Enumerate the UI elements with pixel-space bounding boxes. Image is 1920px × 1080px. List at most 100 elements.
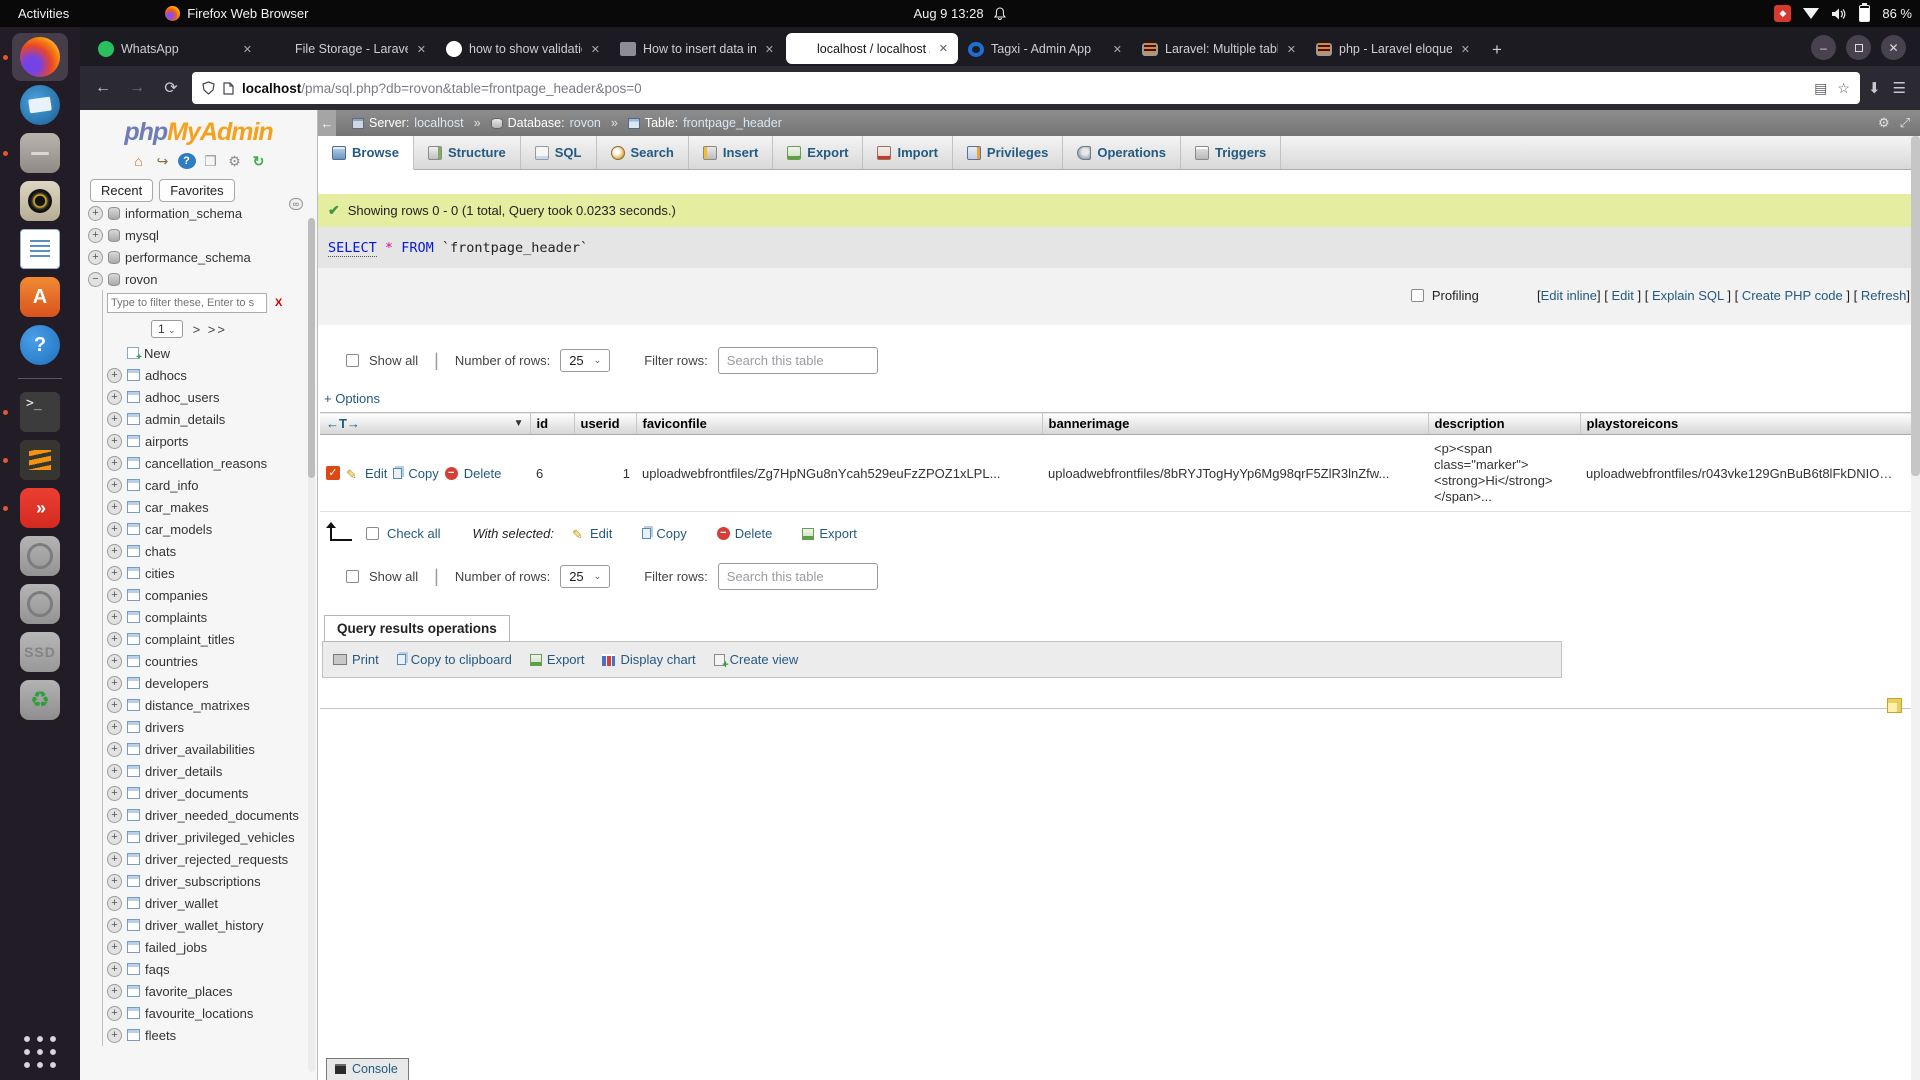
settings-gear-icon[interactable]: ⚙ — [226, 153, 244, 169]
expand-plus-icon[interactable]: + — [107, 940, 122, 955]
expand-plus-icon[interactable]: + — [107, 676, 122, 691]
dock-item[interactable] — [12, 33, 68, 81]
tab-close-icon[interactable]: ✕ — [241, 43, 254, 56]
expand-plus-icon[interactable]: + — [107, 522, 122, 537]
table-label[interactable]: car_makes — [145, 500, 209, 515]
new-tab-button[interactable]: + — [1482, 40, 1512, 66]
tree-table-row[interactable]: + developers — [107, 672, 317, 694]
table-label[interactable]: complaints — [145, 610, 207, 625]
nav-quick-button[interactable]: Recent — [90, 179, 153, 202]
page-select[interactable]: 1 ⌄ — [151, 320, 183, 338]
tree-table-row[interactable]: + driver_wallet_history — [107, 914, 317, 936]
expand-plus-icon[interactable]: + — [107, 874, 122, 889]
check-all-link[interactable]: Check all — [387, 526, 440, 541]
tree-db-row-open[interactable]: − rovon — [88, 268, 317, 290]
dock-item[interactable]: » — [12, 484, 68, 532]
nav-scrollbar[interactable] — [308, 218, 315, 1072]
address-bar[interactable]: localhost/pma/sql.php?db=rovon&table=fro… — [192, 72, 1860, 104]
table-label[interactable]: adhoc_users — [145, 390, 219, 405]
browser-tab[interactable]: how to show validation ✕ — [438, 32, 610, 66]
pma-tab[interactable]: Export — [773, 136, 863, 169]
row-checkbox-checked[interactable]: ✓ — [326, 466, 340, 480]
browser-tab[interactable]: Tagxi - Admin App ✕ — [960, 32, 1132, 66]
dock-item[interactable]: ? — [12, 321, 68, 369]
table-label[interactable]: cancellation_reasons — [145, 456, 267, 471]
main-scrollbar-thumb[interactable] — [1911, 136, 1920, 476]
tree-table-row[interactable]: + driver_subscriptions — [107, 870, 317, 892]
expand-plus-icon[interactable]: + — [107, 896, 122, 911]
expand-plus-icon[interactable]: + — [107, 434, 122, 449]
collapse-minus-icon[interactable]: − — [88, 272, 103, 287]
tracking-shield-icon[interactable] — [202, 81, 215, 95]
expand-plus-icon[interactable]: + — [107, 742, 122, 757]
query-tool-link[interactable]: Refresh — [1861, 288, 1907, 303]
close-button[interactable]: ✕ — [1881, 35, 1906, 60]
table-search-input[interactable] — [718, 563, 878, 590]
expand-plus-icon[interactable]: + — [107, 478, 122, 493]
expand-plus-icon[interactable]: + — [107, 786, 122, 801]
tree-table-row[interactable]: + car_models — [107, 518, 317, 540]
row-delete-link[interactable]: Delete — [464, 466, 502, 481]
table-label[interactable]: drivers — [145, 720, 184, 735]
tree-table-row[interactable]: + fleets — [107, 1024, 317, 1046]
focused-app-menu[interactable]: Firefox Web Browser — [165, 6, 308, 21]
table-label[interactable]: driver_subscriptions — [145, 874, 261, 889]
expand-plus-icon[interactable]: + — [107, 500, 122, 515]
pma-tab[interactable]: Structure — [414, 136, 521, 169]
dock-item[interactable] — [12, 436, 68, 484]
expand-plus-icon[interactable]: + — [107, 610, 122, 625]
export-link[interactable]: Export — [530, 652, 585, 667]
tab-close-icon[interactable]: ✕ — [1285, 43, 1298, 56]
reload-nav-icon[interactable]: ↻ — [250, 153, 268, 169]
table-label[interactable]: adhocs — [145, 368, 187, 383]
page-settings-gear-icon[interactable]: ⚙ — [1878, 115, 1890, 131]
expand-plus-icon[interactable]: + — [107, 808, 122, 823]
tree-table-row[interactable]: + driver_documents — [107, 782, 317, 804]
column-header[interactable]: description — [1428, 413, 1580, 435]
tab-close-icon[interactable]: ✕ — [1459, 43, 1472, 56]
table-label[interactable]: cities — [145, 566, 175, 581]
sort-left-icon[interactable]: ← — [326, 416, 339, 431]
tree-table-row[interactable]: + airports — [107, 430, 317, 452]
expand-plus-icon[interactable]: + — [88, 228, 103, 243]
minimize-button[interactable]: – — [1811, 35, 1836, 60]
back-button[interactable]: ← — [90, 79, 116, 97]
tree-table-row[interactable]: + cities — [107, 562, 317, 584]
expand-plus-icon[interactable]: + — [88, 206, 103, 221]
tree-db-row[interactable]: + information_schema — [88, 202, 317, 224]
url-text[interactable]: localhost/pma/sql.php?db=rovon&table=fro… — [242, 81, 1806, 96]
browser-tab[interactable]: How to insert data in la ✕ — [612, 32, 784, 66]
breadcrumb-table[interactable]: Table: frontpage_header — [628, 116, 782, 130]
dock-item[interactable] — [12, 225, 68, 273]
tree-filter-input[interactable] — [107, 293, 267, 313]
main-scrollbar[interactable] — [1911, 136, 1920, 1080]
expand-plus-icon[interactable]: + — [107, 456, 122, 471]
tree-table-row[interactable]: + faqs — [107, 958, 317, 980]
expand-plus-icon[interactable]: + — [107, 1028, 122, 1043]
table-label[interactable]: driver_privileged_vehicles — [145, 830, 295, 845]
row-edit-link[interactable]: Edit — [365, 466, 387, 481]
tree-table-row[interactable]: + complaints — [107, 606, 317, 628]
table-label[interactable]: driver_documents — [145, 786, 248, 801]
forward-button[interactable]: → — [124, 79, 150, 97]
new-table-label[interactable]: New — [144, 346, 170, 361]
browser-tab[interactable]: localhost / localhost / p ✕ — [786, 33, 958, 64]
clock-area[interactable]: Aug 9 13:28 — [913, 6, 1006, 21]
documentation-icon[interactable]: ❐ — [202, 153, 220, 169]
tree-table-row[interactable]: + car_makes — [107, 496, 317, 518]
expand-plus-icon[interactable]: + — [107, 588, 122, 603]
expand-plus-icon[interactable]: + — [107, 368, 122, 383]
db-label[interactable]: rovon — [125, 272, 158, 287]
expand-plus-icon[interactable]: + — [107, 390, 122, 405]
expand-plus-icon[interactable]: + — [107, 412, 122, 427]
table-label[interactable]: distance_matrixes — [145, 698, 250, 713]
pma-tab[interactable]: Operations — [1063, 136, 1181, 169]
tree-table-row[interactable]: + countries — [107, 650, 317, 672]
table-label[interactable]: developers — [145, 676, 209, 691]
display-chart-link[interactable]: Display chart — [602, 652, 695, 667]
db-label[interactable]: performance_schema — [125, 250, 251, 265]
collapse-nav-button[interactable]: ← — [318, 110, 336, 136]
tree-table-row[interactable]: + driver_availabilities — [107, 738, 317, 760]
restore-button[interactable] — [1846, 35, 1871, 60]
copy-to-clipboard-link[interactable]: Copy to clipboard — [397, 652, 512, 667]
